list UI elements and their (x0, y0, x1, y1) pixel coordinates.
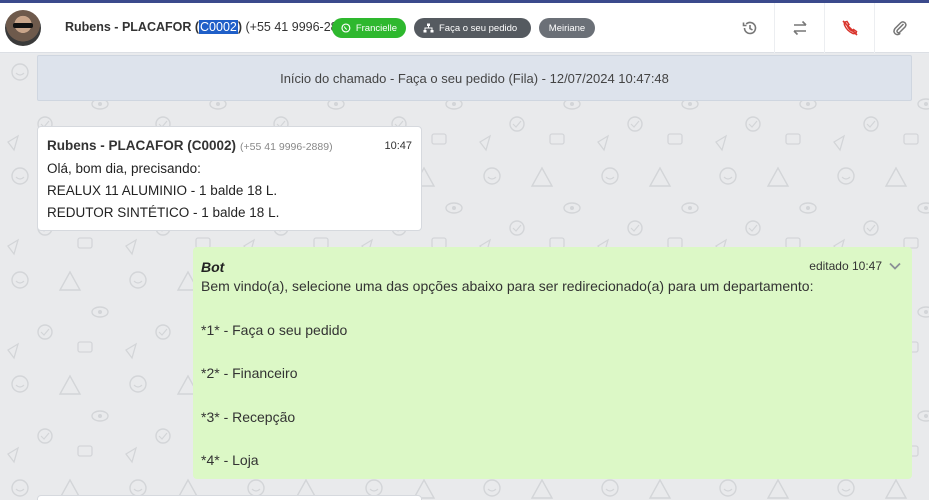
end-call-icon (842, 20, 858, 36)
header-divider (874, 3, 875, 53)
incoming-message[interactable]: Rubens - PLACAFOR (C0002) (+55 41 9996-28… (37, 126, 422, 231)
history-icon (742, 21, 757, 35)
contact-avatar[interactable] (5, 10, 41, 46)
next-message-partial[interactable] (37, 495, 422, 500)
transfer-icon (793, 20, 807, 36)
message-line: REDUTOR SINTÉTICO - 1 balde 18 L. (47, 205, 280, 220)
agent-tag-label: Meiriane (548, 22, 586, 34)
agent-tag[interactable]: Meiriane (539, 18, 595, 38)
header-divider (824, 3, 825, 53)
chat-area[interactable]: Início do chamado - Faça o seu pedido (F… (0, 54, 929, 500)
header-divider (774, 3, 775, 53)
message-line: Olá, bom dia, precisando: (47, 161, 201, 176)
ticket-start-text: Início do chamado - Faça o seu pedido (F… (280, 70, 669, 86)
contact-name-prefix: Rubens - PLACAFOR ( (65, 20, 200, 34)
whatsapp-connection-tag[interactable]: Francielle (332, 18, 406, 38)
message-line: REALUX 11 ALUMINIO - 1 balde 18 L. (47, 183, 278, 198)
message-text: Bem vindo(a), selecione uma das opções a… (201, 278, 814, 469)
outgoing-message[interactable]: Bot editado 10:47 Bem vindo(a), selecion… (193, 247, 912, 479)
whatsapp-tag-label: Francielle (355, 22, 397, 34)
whatsapp-icon (341, 23, 351, 33)
message-edited-time: editado 10:47 (809, 259, 882, 273)
attach-icon (893, 21, 907, 36)
history-button[interactable] (737, 15, 763, 41)
attach-button[interactable] (887, 15, 913, 41)
contact-name: Rubens - PLACAFOR (C0002) (+55 41 9996-2… (65, 20, 356, 34)
chat-header: Rubens - PLACAFOR (C0002) (+55 41 9996-2… (0, 3, 929, 53)
message-meta: editado 10:47 (809, 259, 902, 273)
message-sender-row: Rubens - PLACAFOR (C0002) (+55 41 9996-28… (47, 137, 412, 156)
message-time: 10:47 (384, 140, 412, 152)
sitemap-icon (423, 23, 434, 33)
message-sender: Bot (201, 259, 225, 275)
message-sender-phone: (+55 41 9996-2889) (240, 141, 333, 153)
chevron-down-icon[interactable] (888, 259, 902, 273)
queue-tag-label: Faça o seu pedido (439, 22, 518, 34)
message-sender: Rubens - PLACAFOR (C0002) (47, 138, 237, 153)
end-call-button[interactable] (837, 15, 863, 41)
contact-code: C0002 (199, 20, 238, 34)
transfer-button[interactable] (787, 15, 813, 41)
queue-tag[interactable]: Faça o seu pedido (414, 18, 531, 38)
ticket-start-banner: Início do chamado - Faça o seu pedido (F… (37, 55, 912, 101)
